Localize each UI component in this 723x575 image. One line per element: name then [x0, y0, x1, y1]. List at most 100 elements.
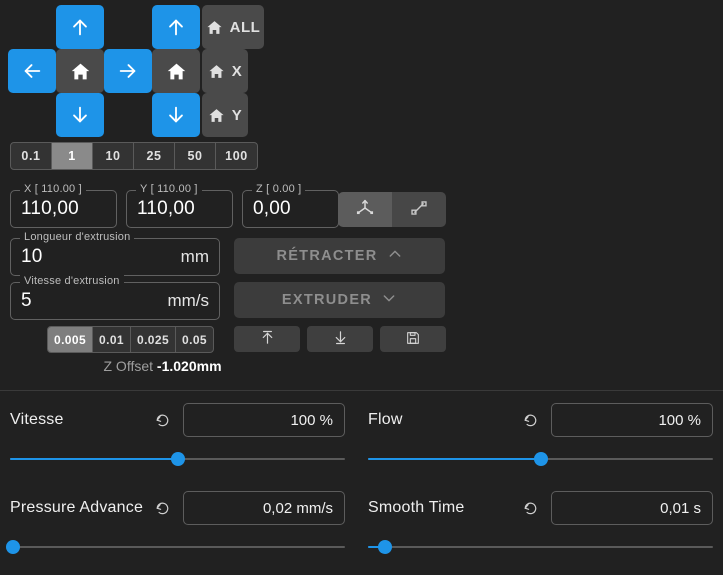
speed-factor-value: 100 %	[290, 411, 333, 429]
z-offset-actions	[234, 326, 446, 352]
arrow-left-icon	[21, 60, 43, 82]
axis-z-field[interactable]: Z [ 0.00 ] 0,00	[242, 183, 339, 228]
z-offset-down-button[interactable]	[307, 326, 373, 352]
z-offset-step-selector[interactable]: 0.005 0.01 0.025 0.05	[47, 326, 214, 353]
x-plus-button[interactable]	[104, 49, 152, 93]
extrusion-speed-field[interactable]: Vitesse d'extrusion 5 mm/s	[10, 275, 220, 320]
flow-factor-thumb[interactable]	[533, 452, 548, 466]
pressure-advance-slider-block: Pressure Advance 0,02 mm/s	[6, 491, 345, 557]
arrow-down-icon	[165, 104, 187, 126]
speed-factor-reset-icon[interactable]	[151, 409, 173, 431]
smooth-time-reset-icon[interactable]	[519, 497, 541, 519]
arrow-down-to-line-icon	[332, 329, 349, 349]
speed-factor-label: Vitesse	[10, 411, 64, 428]
speed-factor-thumb[interactable]	[170, 452, 185, 466]
extrude-button[interactable]: EXTRUDER	[234, 282, 445, 318]
pressure-advance-thumb[interactable]	[6, 540, 21, 554]
z-offset-readout: Z Offset -1.020mm	[0, 358, 325, 374]
step-size-selector[interactable]: 0.1 1 10 25 50 100	[10, 142, 258, 170]
extrusion-length-label: Longueur d'extrusion	[20, 231, 135, 243]
z-offset-step-0.01[interactable]: 0.01	[93, 327, 131, 352]
extrusion-length-field[interactable]: Longueur d'extrusion 10 mm	[10, 231, 220, 276]
step-option-0.1[interactable]: 0.1	[11, 143, 52, 169]
home-icon	[70, 61, 91, 82]
x-minus-button[interactable]	[8, 49, 56, 93]
extrusion-length-unit: mm	[180, 247, 209, 266]
home-icon	[208, 63, 225, 80]
slope-line-icon	[408, 197, 430, 222]
home-icon	[208, 107, 225, 124]
arrow-right-icon	[117, 60, 139, 82]
pressure-advance-track[interactable]	[6, 537, 345, 557]
y-minus-button[interactable]	[56, 93, 104, 137]
flow-factor-track[interactable]	[368, 449, 713, 469]
z-offset-step-0.05[interactable]: 0.05	[176, 327, 213, 352]
step-option-25[interactable]: 25	[134, 143, 175, 169]
retract-label: RÉTRACTER	[276, 248, 378, 264]
home-xy-button[interactable]	[56, 49, 104, 93]
flow-factor-header: Flow 100 %	[368, 403, 713, 437]
chevron-up-icon	[387, 246, 403, 266]
axis-y-label: Y [ 110.00 ]	[136, 183, 202, 195]
z-plus-button[interactable]	[152, 5, 200, 49]
flow-factor-input[interactable]: 100 %	[551, 403, 713, 437]
pressure-advance-input[interactable]: 0,02 mm/s	[183, 491, 345, 525]
smooth-time-label: Smooth Time	[368, 499, 465, 516]
flow-factor-value: 100 %	[658, 411, 701, 429]
z-offset-label: Z Offset	[103, 358, 154, 374]
home-y-button-label: Y	[231, 106, 243, 124]
home-z-button[interactable]	[152, 49, 200, 93]
y-plus-button[interactable]	[56, 5, 104, 49]
home-y-button[interactable]: Y	[202, 93, 248, 137]
retract-button[interactable]: RÉTRACTER	[234, 238, 445, 274]
smooth-time-track[interactable]	[368, 537, 713, 557]
extrude-label: EXTRUDER	[281, 292, 373, 308]
printer-control-panel: ALL X Y 0.1 1 10 25 50 100 X [ 110.00 ] 110,00 Y …	[0, 0, 723, 575]
flow-factor-slider-block: Flow 100 %	[368, 403, 713, 469]
pressure-advance-reset-icon[interactable]	[151, 497, 173, 519]
axis-z-value: 0,00	[253, 198, 291, 219]
extrusion-speed-label: Vitesse d'extrusion	[20, 275, 124, 287]
pressure-advance-header: Pressure Advance 0,02 mm/s	[10, 491, 345, 525]
speed-factor-track[interactable]	[10, 449, 345, 469]
jog-pad: ALL X Y	[0, 0, 723, 138]
pressure-advance-label: Pressure Advance	[10, 499, 144, 516]
axis-position-fields: X [ 110.00 ] 110,00 Y [ 110.00 ] 110,00 Z [ …	[10, 183, 339, 228]
speed-factor-input[interactable]: 100 %	[183, 403, 345, 437]
step-option-10[interactable]: 10	[93, 143, 134, 169]
smooth-time-slider-block: Smooth Time 0,01 s	[368, 491, 713, 557]
smooth-time-input[interactable]: 0,01 s	[551, 491, 713, 525]
smooth-time-thumb[interactable]	[378, 540, 393, 554]
step-option-100[interactable]: 100	[216, 143, 257, 169]
home-icon	[206, 19, 223, 36]
section-divider	[0, 390, 723, 391]
flow-factor-reset-icon[interactable]	[519, 409, 541, 431]
home-all-button-label: ALL	[229, 18, 261, 36]
z-offset-save-button[interactable]	[380, 326, 446, 352]
home-all-button[interactable]: ALL	[202, 5, 264, 49]
step-option-50[interactable]: 50	[175, 143, 216, 169]
save-disk-icon	[405, 330, 421, 349]
z-offset-step-0.005[interactable]: 0.005	[48, 327, 94, 352]
arrow-up-icon	[165, 16, 187, 38]
axis-y-field[interactable]: Y [ 110.00 ] 110,00	[126, 183, 233, 228]
speed-factor-track-fill	[10, 458, 178, 460]
speed-factor-header: Vitesse 100 %	[10, 403, 345, 437]
motion-mode-group[interactable]	[338, 192, 446, 227]
z-minus-button[interactable]	[152, 93, 200, 137]
pressure-advance-value: 0,02 mm/s	[262, 499, 333, 517]
axis-x-field[interactable]: X [ 110.00 ] 110,00	[10, 183, 117, 228]
z-offset-step-0.025[interactable]: 0.025	[131, 327, 177, 352]
arrow-up-icon	[69, 16, 91, 38]
ramp-mode-button[interactable]	[392, 192, 446, 227]
axis-y-value: 110,00	[137, 198, 195, 219]
three-axis-icon	[354, 197, 376, 222]
chevron-down-icon	[381, 290, 397, 310]
axis-z-label: Z [ 0.00 ]	[252, 183, 306, 195]
extrusion-length-value: 10	[21, 246, 43, 267]
home-icon	[166, 61, 187, 82]
z-offset-up-button[interactable]	[234, 326, 300, 352]
axes-mode-button[interactable]	[338, 192, 392, 227]
step-option-1[interactable]: 1	[52, 143, 93, 169]
home-x-button[interactable]: X	[202, 49, 248, 93]
